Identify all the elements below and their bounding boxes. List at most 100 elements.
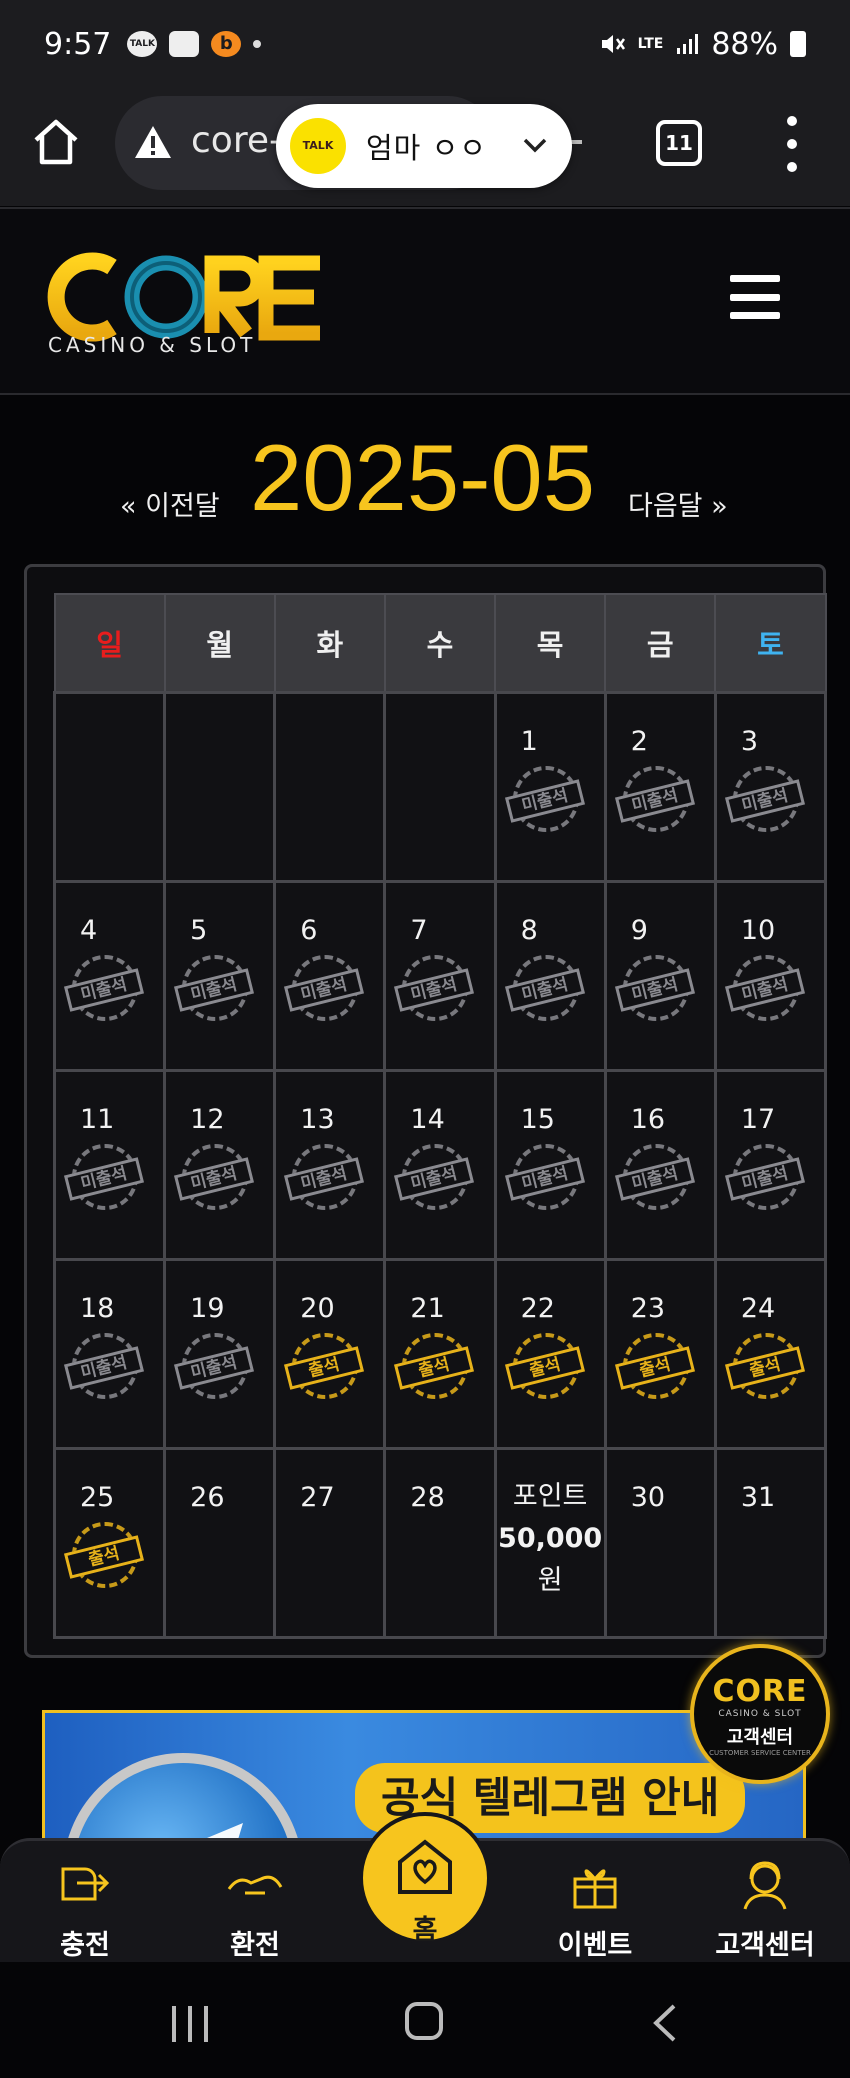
- kakao-notification-bubble[interactable]: TALK 엄마 ㅇㅇ: [276, 104, 572, 188]
- calendar-day-cell[interactable]: 31: [713, 1446, 828, 1639]
- calendar-day-cell[interactable]: 17 미출석: [713, 1068, 828, 1261]
- calendar-day-cell[interactable]: 22 출석: [493, 1257, 607, 1450]
- attended-stamp: 출석: [614, 1332, 697, 1407]
- calendar-day-cell[interactable]: 25 출석: [52, 1446, 167, 1639]
- calendar-day-cell[interactable]: 19 미출석: [163, 1257, 277, 1450]
- nav-home-label: 홈: [412, 1915, 438, 1946]
- point-reward-info: 포인트 50,000 원: [497, 1476, 604, 1602]
- calendar-day-cell[interactable]: 포인트 50,000 원: [493, 1446, 607, 1639]
- calendar-day-cell[interactable]: 15 미출석: [493, 1068, 607, 1261]
- calendar-day-cell[interactable]: 7 미출석: [383, 879, 497, 1072]
- absent-stamp: 미출석: [174, 1143, 256, 1218]
- calendar-day-cell[interactable]: 23 출석: [603, 1257, 717, 1450]
- day-number: 13: [300, 1103, 335, 1135]
- attended-stamp: 출석: [504, 1332, 587, 1407]
- day-number: 16: [630, 1103, 666, 1135]
- day-number: 31: [740, 1481, 776, 1513]
- calendar-day-cell[interactable]: 16 미출석: [603, 1068, 717, 1261]
- calendar-day-cell[interactable]: 14 미출석: [383, 1068, 497, 1261]
- calendar-day-cell[interactable]: 1 미출석: [493, 690, 607, 883]
- weekday-sun: 일: [53, 593, 166, 693]
- day-number: 4: [80, 914, 98, 946]
- calendar-day-cell[interactable]: 2 미출석: [603, 690, 717, 883]
- next-month-link[interactable]: 다음달 »: [628, 484, 728, 523]
- customer-service-badge[interactable]: CORE CASINO & SLOT 고객센터 CUSTOMER SERVICE…: [690, 1644, 830, 1784]
- back-icon[interactable]: [650, 2002, 680, 2044]
- calendar-day-cell[interactable]: 28: [383, 1446, 497, 1639]
- android-home-icon[interactable]: [405, 2002, 443, 2040]
- attended-stamp: 출석: [724, 1332, 807, 1407]
- recent-apps-icon[interactable]: [170, 2004, 210, 2044]
- absent-stamp: 미출석: [504, 954, 587, 1029]
- point-label: 포인트: [512, 1480, 588, 1512]
- calendar-day-cell[interactable]: 12 미출석: [163, 1068, 277, 1261]
- calendar-grid: 일 월 화 수 목 금 토 1 미출석 2 미출석 3 미출석 4 미출석 5 미출석 6 미출석 7 미…: [52, 593, 828, 1639]
- absent-stamp: 미출석: [504, 765, 587, 840]
- day-number: 26: [190, 1481, 225, 1513]
- absent-stamp: 미출석: [614, 954, 697, 1029]
- day-number: 11: [80, 1103, 115, 1135]
- month-title: 2025-05: [250, 425, 595, 530]
- deposit-icon: [61, 1867, 110, 1901]
- attended-stamp: 출석: [284, 1332, 366, 1407]
- calendar-day-cell[interactable]: 4 미출석: [52, 879, 167, 1072]
- nav-support-label: 고객센터: [715, 1930, 815, 1961]
- day-number: 24: [740, 1292, 776, 1324]
- nav-support[interactable]: 고객센터: [690, 1859, 840, 1962]
- day-number: 21: [410, 1292, 445, 1324]
- calendar-day-cell[interactable]: 9 미출석: [603, 879, 717, 1072]
- more-menu-button[interactable]: [780, 116, 804, 172]
- hamburger-menu-icon[interactable]: [730, 275, 780, 319]
- tab-switcher-button[interactable]: 11: [656, 120, 702, 166]
- gift-icon: [573, 1869, 617, 1909]
- day-number: 1: [520, 725, 538, 757]
- calendar-week-row: 25 출석 26 27 28 포인트 50,000 원 30 31: [52, 1446, 828, 1639]
- absent-stamp: 미출석: [724, 1143, 807, 1218]
- calendar-day-cell: [273, 690, 387, 883]
- calendar-day-cell[interactable]: 5 미출석: [163, 879, 277, 1072]
- prev-month-link[interactable]: « 이전달: [120, 484, 220, 523]
- calendar-day-cell[interactable]: 3 미출석: [713, 690, 828, 883]
- warning-icon: [135, 126, 171, 158]
- status-bar: 9:57 TALK b LTE 88%: [0, 0, 850, 88]
- absent-stamp: 미출석: [63, 954, 146, 1029]
- calendar-day-cell[interactable]: 6 미출석: [273, 879, 387, 1072]
- day-number: 15: [520, 1103, 555, 1135]
- absent-stamp: 미출석: [174, 954, 256, 1029]
- withdraw-icon: [227, 1875, 283, 1895]
- day-number: 28: [410, 1481, 445, 1513]
- calendar-day-cell[interactable]: 10 미출석: [713, 879, 828, 1072]
- b-app-icon: b: [211, 31, 242, 57]
- calendar-day-cell[interactable]: 11 미출석: [52, 1068, 167, 1261]
- weekday-thu: 목: [494, 593, 607, 693]
- day-number: 3: [740, 725, 759, 757]
- browser-home-icon[interactable]: [30, 116, 82, 168]
- absent-stamp: 미출석: [614, 765, 697, 840]
- absent-stamp: 미출석: [284, 1143, 366, 1218]
- status-system-icons: LTE 88%: [598, 27, 806, 62]
- nav-withdraw[interactable]: 환전: [180, 1859, 330, 1962]
- calendar-week-row: 1 미출석 2 미출석 3 미출석: [52, 690, 828, 883]
- nav-home[interactable]: 홈: [359, 1812, 491, 1946]
- url-text: core-: [191, 120, 282, 161]
- chevron-down-icon[interactable]: [522, 137, 548, 155]
- calendar-day-cell[interactable]: 30: [603, 1446, 717, 1639]
- absent-stamp: 미출석: [504, 1143, 587, 1218]
- day-number: 2: [630, 725, 648, 757]
- attended-stamp: 출석: [394, 1332, 476, 1407]
- day-number: 17: [740, 1103, 776, 1135]
- calendar-day-cell[interactable]: 21 출석: [383, 1257, 497, 1450]
- calendar-day-cell[interactable]: 8 미출석: [493, 879, 607, 1072]
- calendar-day-cell[interactable]: 26: [163, 1446, 277, 1639]
- logo-subtitle: CASINO & SLOT: [48, 333, 257, 357]
- calendar-day-cell[interactable]: 18 미출석: [52, 1257, 167, 1450]
- calendar-day-cell[interactable]: 24 출석: [713, 1257, 828, 1450]
- day-number: 10: [740, 914, 776, 946]
- nav-deposit[interactable]: 충전: [10, 1859, 160, 1962]
- cs-title: 고객센터: [726, 1727, 794, 1748]
- calendar-day-cell[interactable]: 13 미출석: [273, 1068, 387, 1261]
- nav-event[interactable]: 이벤트: [520, 1859, 670, 1962]
- calendar-day-cell[interactable]: 20 출석: [273, 1257, 387, 1450]
- calendar-day-cell[interactable]: 27: [273, 1446, 387, 1639]
- absent-stamp: 미출석: [724, 954, 807, 1029]
